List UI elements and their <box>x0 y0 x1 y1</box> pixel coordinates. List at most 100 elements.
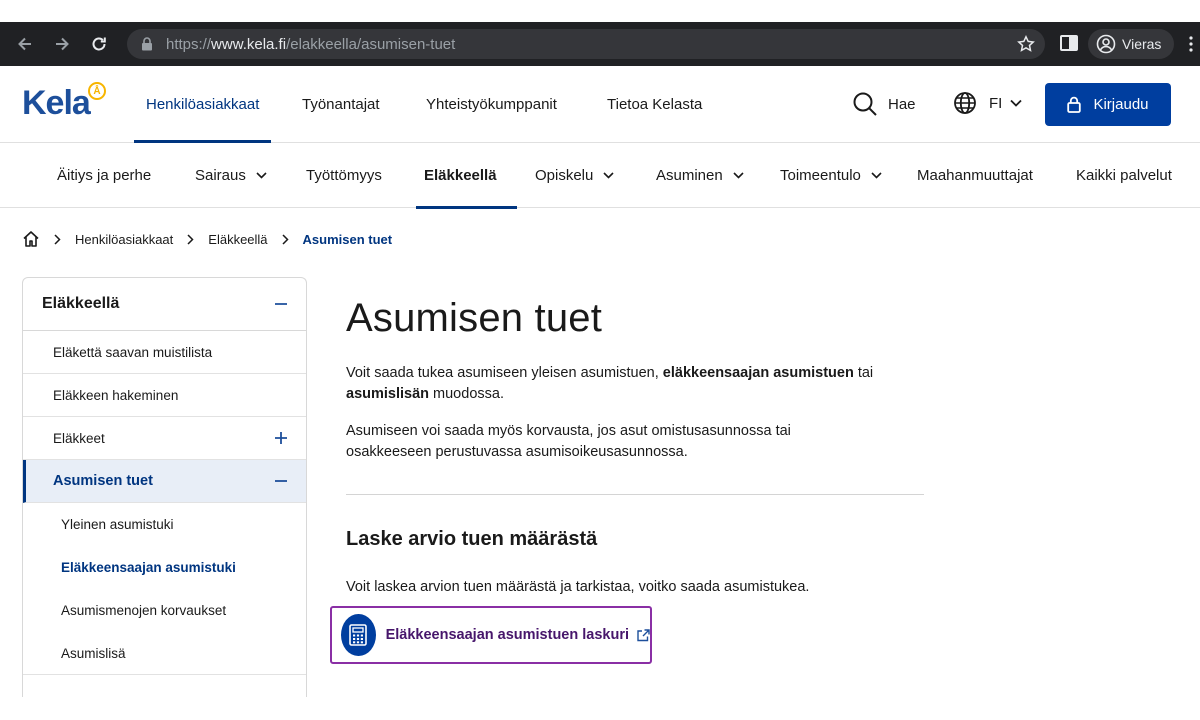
nav-yhteistyokumppanit[interactable]: Yhteistyökumppanit <box>426 66 557 143</box>
page-title: Asumisen tuet <box>346 296 603 340</box>
cat-label: Eläkkeellä <box>424 167 497 184</box>
plus-icon[interactable] <box>274 431 288 445</box>
section-divider <box>346 494 924 495</box>
second-paragraph: Asumiseen voi saada myös korvausta, jos … <box>346 423 791 460</box>
login-button[interactable]: Kirjaudu <box>1045 83 1171 126</box>
cat-label: Asuminen <box>656 167 723 184</box>
back-button[interactable] <box>11 30 39 58</box>
sidebar-item-label: Yleinen asumistuki <box>61 517 174 532</box>
top-margin <box>0 0 1200 22</box>
external-link-icon <box>637 628 650 642</box>
cat-aitiys-ja-perhe[interactable]: Äitiys ja perhe <box>57 143 151 208</box>
url-prefix: https:// <box>166 36 212 53</box>
arrow-right-icon <box>56 37 69 51</box>
intro-paragraph: Voit saada tukea asumiseen yleisen asumi… <box>346 363 906 405</box>
sidebar-item-label: Eläkettä saavan muistilista <box>53 344 213 360</box>
chevron-right-icon <box>282 233 289 245</box>
side-nav-title: Eläkkeellä <box>42 295 120 312</box>
sidebar-item-label: Eläkkeen hakeminen <box>53 387 179 403</box>
intro-text-3: muodossa. <box>429 386 504 402</box>
cat-sairaus[interactable]: Sairaus <box>195 143 267 208</box>
sidebar-subitem-asumislisa[interactable]: Asumislisä <box>23 632 306 675</box>
address-bar[interactable]: https://www.kela.fi/elakkeella/asumisen-… <box>127 29 1045 59</box>
sidebar-item-elakkeen-hakeminen[interactable]: Eläkkeen hakeminen <box>23 374 306 417</box>
site-header: Kela Å Henkilöasiakkaat Työnantajat Yhte… <box>0 66 1200 143</box>
browser-toolbar: https://www.kela.fi/elakkeella/asumisen-… <box>0 22 1200 66</box>
cat-label: Maahanmuuttajat <box>917 167 1033 184</box>
section-text: Voit laskea arvion tuen määrästä ja tark… <box>346 579 810 595</box>
reload-button[interactable] <box>85 30 113 58</box>
sidebar-subitem-elakkeensaajan-asumistuki[interactable]: Eläkkeensaajan asumistuki <box>23 546 306 589</box>
lock-icon <box>1067 96 1082 113</box>
cat-maahanmuuttajat[interactable]: Maahanmuuttajat <box>917 143 1033 208</box>
url-text: https://www.kela.fi/elakkeella/asumisen-… <box>166 36 455 53</box>
sidebar-subitem-asumismenojen-korvaukset[interactable]: Asumismenojen korvaukset <box>23 589 306 632</box>
nav-tietoa-kelasta[interactable]: Tietoa Kelasta <box>607 66 702 143</box>
minus-icon[interactable] <box>274 474 288 488</box>
search-button[interactable]: Hae <box>852 91 916 117</box>
breadcrumb-current: Asumisen tuet <box>302 231 393 247</box>
profile-button[interactable]: Vieras <box>1088 29 1174 59</box>
sidebar-subitem-yleinen-asumistuki[interactable]: Yleinen asumistuki <box>23 503 306 546</box>
sidebar-item-label: Asumislisä <box>61 645 126 661</box>
kela-logo[interactable]: Kela Å <box>22 82 112 122</box>
cat-label: Kaikki palvelut <box>1076 167 1172 184</box>
sidebar-item-label: Asumismenojen korvaukset <box>61 603 227 618</box>
breadcrumb-henkiloasiakkaat[interactable]: Henkilöasiakkaat <box>75 232 173 247</box>
cat-label: Toimeentulo <box>780 167 861 184</box>
search-label: Hae <box>888 95 916 113</box>
chevron-down-icon <box>733 172 744 179</box>
nav-tyonantajat[interactable]: Työnantajat <box>302 66 380 143</box>
cat-elakkeella[interactable]: Eläkkeellä <box>416 143 517 209</box>
cat-label: Työttömyys <box>306 167 382 184</box>
sidebar-item-elakkeet[interactable]: Eläkkeet <box>23 417 306 460</box>
chevron-right-icon <box>187 233 194 245</box>
calculator-link[interactable]: Eläkkeensaajan asumistuen laskuri <box>330 606 652 664</box>
calculator-link-label: Eläkkeensaajan asumistuen laskuri <box>385 627 629 643</box>
language-selector[interactable]: FI <box>953 91 1022 115</box>
login-label: Kirjaudu <box>1093 96 1149 113</box>
user-icon <box>1096 34 1116 54</box>
sidebar-item-elaketta-saavan-muistilista[interactable]: Eläkettä saavan muistilista <box>23 331 306 374</box>
logo-text: Kela <box>22 84 91 122</box>
chevron-down-icon <box>871 172 882 179</box>
language-label: FI <box>989 94 1003 112</box>
home-icon[interactable] <box>22 230 40 248</box>
menu-dots-icon[interactable] <box>1188 36 1194 52</box>
cat-opiskelu[interactable]: Opiskelu <box>535 143 614 208</box>
search-icon <box>853 92 877 116</box>
side-nav-header[interactable]: Eläkkeellä <box>23 278 306 331</box>
cat-label: Äitiys ja perhe <box>57 167 152 184</box>
globe-icon <box>954 92 976 114</box>
side-panel-icon[interactable] <box>1059 33 1079 53</box>
nav-henkiloasiakkaat[interactable]: Henkilöasiakkaat <box>133 66 272 143</box>
minus-icon[interactable] <box>274 297 288 311</box>
sidebar-item-label: Asumisen tuet <box>53 473 153 489</box>
cat-kaikki-palvelut[interactable]: Kaikki palvelut <box>1076 143 1172 208</box>
lock-icon <box>142 37 152 51</box>
star-icon[interactable] <box>1017 35 1035 53</box>
breadcrumb-elakkeella[interactable]: Eläkkeellä <box>208 232 267 247</box>
forward-button[interactable] <box>48 30 76 58</box>
profile-label: Vieras <box>1122 36 1162 52</box>
category-nav: Äitiys ja perhe Sairaus Työttömyys Eläkk… <box>0 143 1200 209</box>
cat-toimeentulo[interactable]: Toimeentulo <box>780 143 882 208</box>
chevron-down-icon <box>603 172 614 179</box>
intro-text-2: tai <box>853 365 874 381</box>
reload-icon <box>92 37 106 51</box>
arrow-left-icon <box>18 37 31 51</box>
sidebar-item-label: Eläkkeet <box>53 430 105 446</box>
sidebar-item-label: Eläkkeensaajan asumistuki <box>61 560 236 575</box>
calculator-icon <box>341 614 376 656</box>
chevron-down-icon <box>1010 99 1022 107</box>
cat-label: Sairaus <box>195 167 246 184</box>
cat-label: Opiskelu <box>535 167 594 184</box>
cat-asuminen[interactable]: Asuminen <box>656 143 744 208</box>
sidebar-item-asumisen-tuet[interactable]: Asumisen tuet <box>23 460 306 503</box>
side-nav: Eläkkeellä Eläkettä saavan muistilista E… <box>22 277 307 697</box>
cat-tyottomyys[interactable]: Työttömyys <box>306 143 382 208</box>
chevron-down-icon <box>256 172 267 179</box>
breadcrumb: Henkilöasiakkaat Eläkkeellä Asumisen tue… <box>22 228 392 250</box>
intro-text-1: Voit saada tukea asumiseen yleisen asumi… <box>346 365 663 381</box>
section-title: Laske arvio tuen määrästä <box>346 528 598 550</box>
